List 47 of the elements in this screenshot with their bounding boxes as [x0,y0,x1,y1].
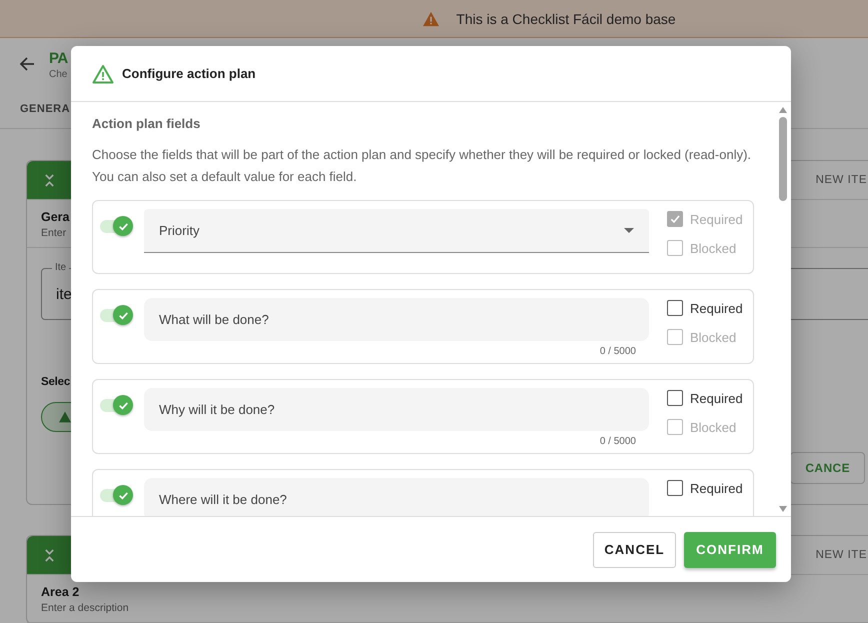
dialog-title: Configure action plan [122,66,256,81]
tab[interactable]: GENERA [20,103,70,115]
page-subtitle: Che [49,68,68,80]
character-counter: 0 / 5000 [600,346,636,357]
collapse-tab[interactable] [27,536,71,574]
checkbox[interactable] [667,480,683,496]
text-field[interactable]: Where will it be done? [144,478,649,516]
check-icon [669,213,681,225]
checkbox-label: Blocked [690,330,736,344]
character-counter: 0 / 5000 [600,436,636,447]
scroll-up-icon[interactable] [779,107,787,113]
section-description: Enter a description [41,602,129,614]
new-item-button[interactable]: NEW ITE [816,549,867,561]
section-title: Gera [41,210,70,224]
collapse-tab[interactable] [27,161,71,199]
toggle-switch[interactable] [100,216,134,238]
warning-icon [58,411,72,423]
warning-icon [92,64,114,84]
back-arrow-icon[interactable] [19,56,35,72]
description-text: Choose the fields that will be part of the action plan and specify whether they will be required or locked (read-only). You can also set a default value for each field. [92,146,752,186]
text-field[interactable]: What will be done? [144,298,649,341]
checkbox[interactable] [667,390,683,406]
checkbox-label: Required [690,390,743,406]
checkbox-label: Required [690,300,743,316]
new-item-button[interactable]: NEW ITE [816,174,867,186]
checkbox-label: Required [690,480,743,496]
select-field[interactable]: Priority [144,209,649,253]
scrollbar-thumb[interactable] [779,117,787,201]
toggle-switch[interactable] [100,395,134,417]
section-title: Area 2 [41,585,80,599]
cancel-button[interactable]: CANCEL [593,532,676,568]
checkbox[interactable] [667,300,683,316]
caret-icon [624,228,634,233]
toggle-switch[interactable] [100,305,134,327]
warning-icon [422,10,440,26]
banner-text: This is a Checklist Fácil demo base [456,10,676,26]
checkbox-label: Blocked [690,420,736,434]
text-field[interactable]: Why will it be done? [144,388,649,431]
chevrons-icon [44,174,54,186]
select-label: Selec [41,376,70,388]
checkbox-label: Required [690,212,743,226]
section-description: Enter [41,227,66,239]
page-title: PA [49,48,68,68]
checkbox-label: Blocked [690,240,736,256]
section-heading: Action plan fields [92,116,202,131]
toggle-switch[interactable] [100,485,134,507]
chevrons-icon [44,548,54,562]
